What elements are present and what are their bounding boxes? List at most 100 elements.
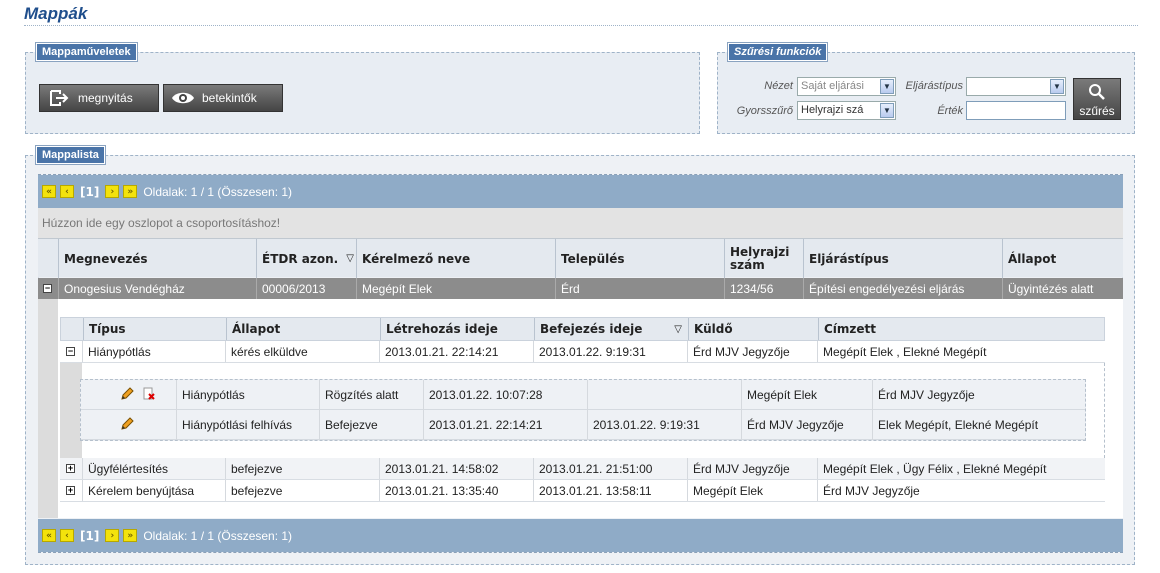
cell-recipient: Megépít Elek , Ügy Félix , Elekné Megépí… bbox=[817, 458, 1105, 479]
cell-nested-sender: Érd MJV Jegyzője bbox=[741, 410, 872, 440]
column-header-finished[interactable]: Befejezés ideje ▽ bbox=[534, 318, 688, 340]
edit-icon[interactable] bbox=[120, 386, 134, 404]
column-header-recipient[interactable]: Címzett bbox=[818, 318, 1106, 340]
column-header-etdr[interactable]: ÉTDR azon. ▽ bbox=[256, 239, 356, 278]
filter-legend: Szűrési funkciók bbox=[726, 42, 829, 62]
column-header-sub-status[interactable]: Állapot bbox=[226, 318, 380, 340]
chevron-down-icon: ▼ bbox=[1050, 79, 1064, 94]
subgrid-row[interactable]: + Kérelem benyújtása befejezve 2013.01.2… bbox=[60, 480, 1105, 502]
column-header-type[interactable]: Típus bbox=[83, 318, 226, 340]
expand-toggle[interactable]: + bbox=[60, 458, 82, 479]
column-header-sender[interactable]: Küldő bbox=[688, 318, 818, 340]
folder-list-legend: Mappalista bbox=[35, 145, 106, 165]
collapse-toggle[interactable]: − bbox=[38, 278, 58, 299]
cell-sub-status: kérés elküldve bbox=[225, 341, 379, 362]
cell-created: 2013.01.21. 14:58:02 bbox=[379, 458, 533, 479]
cell-type: Ügyfélértesítés bbox=[82, 458, 225, 479]
minus-icon[interactable]: − bbox=[43, 284, 52, 293]
procedure-type-label: Eljárástípus bbox=[905, 80, 963, 92]
edit-icon[interactable] bbox=[120, 416, 134, 434]
plus-icon[interactable]: + bbox=[66, 486, 75, 495]
open-button[interactable]: megnyitás bbox=[39, 84, 159, 112]
quick-filter-value: Helyrajzi szá bbox=[801, 104, 864, 116]
cell-nested-type: Hiánypótlás bbox=[176, 380, 319, 410]
nested-grid: Hiánypótlás Rögzítés alatt 2013.01.22. 1… bbox=[80, 379, 1086, 441]
cell-recipient: Érd MJV Jegyzője bbox=[817, 480, 1105, 501]
cell-settlement: Érd bbox=[555, 278, 724, 299]
expand-toggle[interactable]: + bbox=[60, 480, 82, 501]
cell-nested-created: 2013.01.22. 10:07:28 bbox=[423, 380, 587, 410]
column-header-status[interactable]: Állapot bbox=[1002, 239, 1123, 278]
sort-descending-icon: ▽ bbox=[674, 323, 682, 335]
value-label: Érték bbox=[937, 105, 963, 117]
cell-type: Kérelem benyújtása bbox=[82, 480, 225, 501]
cell-status: Ügyintézés alatt bbox=[1002, 278, 1123, 299]
view-select[interactable]: Saját eljárási ▼ bbox=[797, 77, 896, 96]
cell-nested-finished: 2013.01.22. 9:19:31 bbox=[587, 410, 741, 440]
cell-nested-type: Hiánypótlási felhívás bbox=[176, 410, 319, 440]
cell-sub-status: befejezve bbox=[225, 480, 379, 501]
detail-indent-bar bbox=[38, 299, 58, 518]
viewers-button-label: betekintők bbox=[202, 91, 257, 105]
cell-sender: Érd MJV Jegyzője bbox=[687, 458, 817, 479]
filter-button[interactable]: szűrés bbox=[1073, 78, 1121, 120]
prev-page-icon[interactable]: ‹ bbox=[60, 185, 74, 198]
delete-icon[interactable] bbox=[142, 387, 156, 404]
folder-operations-panel: Mappaműveletek megnyitás betekintők bbox=[25, 42, 700, 134]
top-pager: « ‹ [1] › » Oldalak: 1 / 1 (Összesen: 1) bbox=[38, 175, 1123, 208]
cell-nested-sender: Megépít Elek bbox=[741, 380, 872, 410]
subgrid-expand-header bbox=[61, 318, 83, 340]
cell-nested-status: Befejezve bbox=[319, 410, 423, 440]
eye-icon bbox=[170, 88, 196, 108]
nested-row[interactable]: Hiánypótlás Rögzítés alatt 2013.01.22. 1… bbox=[81, 380, 1085, 410]
next-page-icon[interactable]: › bbox=[105, 185, 120, 198]
last-page-icon[interactable]: » bbox=[123, 529, 138, 542]
column-header-created[interactable]: Létrehozás ideje bbox=[380, 318, 534, 340]
cell-finished: 2013.01.21. 13:58:11 bbox=[533, 480, 687, 501]
subgrid-row[interactable]: + Ügyfélértesítés befejezve 2013.01.21. … bbox=[60, 458, 1105, 480]
viewers-button[interactable]: betekintők bbox=[163, 84, 283, 112]
filter-button-label: szűrés bbox=[1079, 103, 1115, 118]
row-actions bbox=[81, 410, 176, 440]
column-header-finished-label: Befejezés ideje bbox=[540, 322, 643, 336]
title-divider bbox=[24, 25, 1138, 26]
cell-created: 2013.01.21. 22:14:21 bbox=[379, 341, 533, 362]
group-by-drop-zone[interactable]: Húzzon ide egy oszlopot a csoportosításh… bbox=[38, 208, 1123, 238]
subgrid-row[interactable]: − Hiánypótlás kérés elküldve 2013.01.21.… bbox=[60, 341, 1105, 363]
collapse-toggle[interactable]: − bbox=[60, 341, 82, 362]
first-page-icon[interactable]: « bbox=[42, 529, 56, 542]
subgrid-header: Típus Állapot Létrehozás ideje Befejezés… bbox=[60, 317, 1105, 341]
value-input[interactable] bbox=[966, 101, 1066, 120]
grid-header: Megnevezés ÉTDR azon. ▽ Kérelmező neve T… bbox=[38, 238, 1123, 278]
chevron-down-icon: ▼ bbox=[880, 103, 894, 118]
column-header-name[interactable]: Megnevezés bbox=[58, 239, 256, 278]
prev-page-icon[interactable]: ‹ bbox=[60, 529, 74, 542]
table-row[interactable]: − Onogesius Vendégház 00006/2013 Megépít… bbox=[38, 278, 1123, 299]
next-page-icon[interactable]: › bbox=[105, 529, 120, 542]
cell-nested-status: Rögzítés alatt bbox=[319, 380, 423, 410]
last-page-icon[interactable]: » bbox=[123, 185, 138, 198]
current-page[interactable]: [1] bbox=[80, 529, 99, 543]
column-header-settlement[interactable]: Település bbox=[555, 239, 724, 278]
pager-info: Oldalak: 1 / 1 (Összesen: 1) bbox=[143, 184, 293, 199]
cell-nested-recipient: Elek Megépít, Elekné Megépít bbox=[872, 410, 1085, 440]
column-header-applicant[interactable]: Kérelmező neve bbox=[356, 239, 555, 278]
current-page[interactable]: [1] bbox=[80, 185, 99, 199]
cell-nested-finished bbox=[587, 380, 741, 410]
plus-icon[interactable]: + bbox=[66, 464, 75, 473]
quick-filter-select[interactable]: Helyrajzi szá ▼ bbox=[797, 101, 896, 120]
cell-sender: Érd MJV Jegyzője bbox=[687, 341, 817, 362]
chevron-down-icon: ▼ bbox=[880, 79, 894, 94]
page-title: Mappák bbox=[24, 4, 88, 23]
cell-created: 2013.01.21. 13:35:40 bbox=[379, 480, 533, 501]
procedure-type-select[interactable]: ▼ bbox=[966, 77, 1066, 96]
cell-nested-recipient: Érd MJV Jegyzője bbox=[872, 380, 1085, 410]
column-header-procedure[interactable]: Eljárástípus bbox=[803, 239, 1002, 278]
first-page-icon[interactable]: « bbox=[42, 185, 56, 198]
column-header-etdr-label: ÉTDR azon. bbox=[262, 251, 339, 266]
search-icon bbox=[1088, 83, 1106, 104]
nested-row[interactable]: Hiánypótlási felhívás Befejezve 2013.01.… bbox=[81, 410, 1085, 440]
cell-type: Hiánypótlás bbox=[82, 341, 225, 362]
column-header-parcel[interactable]: Helyrajzi szám bbox=[724, 239, 803, 278]
minus-icon[interactable]: − bbox=[66, 347, 75, 356]
